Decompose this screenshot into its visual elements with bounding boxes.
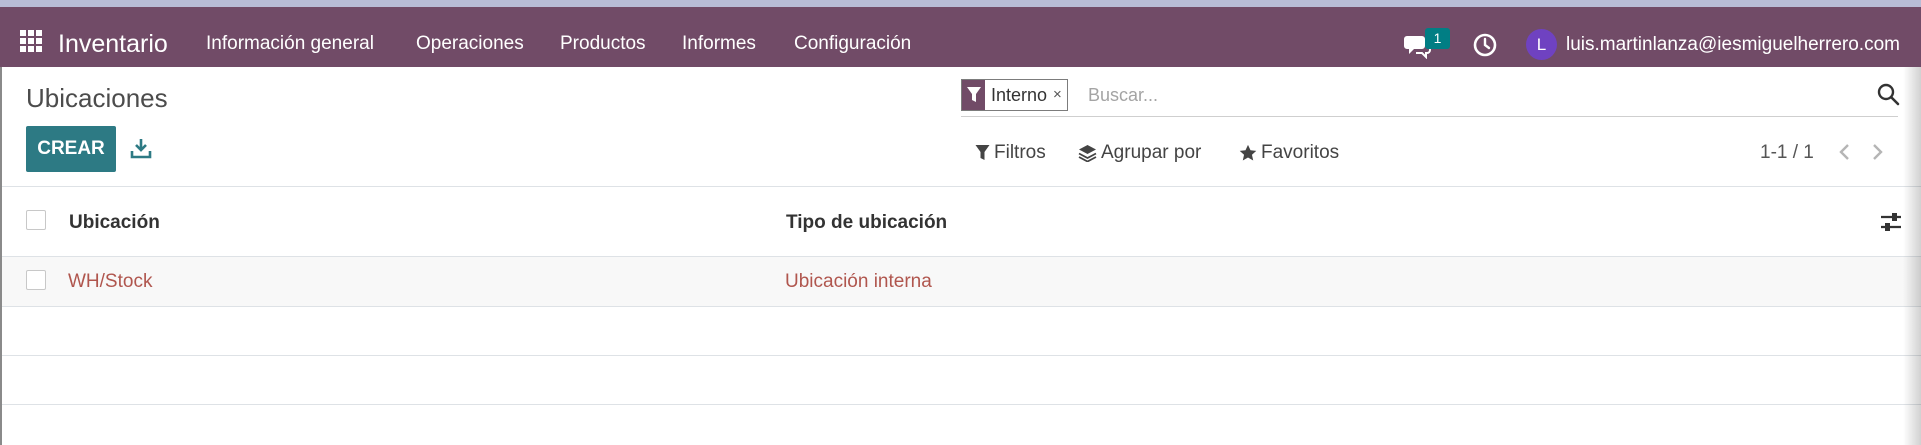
group-by-label: Agrupar por: [1101, 142, 1202, 163]
avatar[interactable]: L: [1526, 29, 1557, 60]
pager-value[interactable]: 1-1 / 1: [1760, 142, 1814, 164]
menu-item-informes[interactable]: Informes: [682, 33, 756, 55]
chat-count-badge: 1: [1425, 28, 1450, 49]
browser-top-strip: [0, 0, 1921, 7]
search-input[interactable]: [1088, 82, 1828, 108]
chevron-right-icon[interactable]: [1866, 141, 1888, 163]
row-checkbox[interactable]: [26, 270, 46, 290]
filter-icon: [975, 145, 990, 160]
window-left-edge: [0, 67, 2, 445]
column-header-ubicacion[interactable]: Ubicación: [69, 212, 160, 234]
search-bar: Interno ×: [961, 79, 1900, 117]
search-icon[interactable]: [1876, 82, 1900, 106]
main-navbar: Inventario Información general Operacion…: [0, 7, 1921, 67]
cell-tipo-ubicacion[interactable]: Ubicación interna: [785, 271, 932, 293]
facet-remove-icon[interactable]: ×: [1053, 80, 1067, 110]
download-icon[interactable]: [130, 137, 152, 159]
create-button[interactable]: CREAR: [26, 126, 116, 172]
divider: [0, 186, 1921, 187]
layers-icon: [1078, 145, 1097, 162]
cell-ubicacion[interactable]: WH/Stock: [68, 271, 152, 293]
menu-item-operaciones[interactable]: Operaciones: [416, 33, 524, 55]
menu-item-productos[interactable]: Productos: [560, 33, 646, 55]
filters-button[interactable]: Filtros: [975, 142, 1046, 164]
menu-item-informacion-general[interactable]: Información general: [206, 33, 374, 55]
favorites-button[interactable]: Favoritos: [1239, 142, 1339, 164]
filters-label: Filtros: [994, 142, 1046, 163]
app-name[interactable]: Inventario: [58, 30, 168, 59]
filter-facet-icon: [962, 80, 985, 110]
select-all-checkbox[interactable]: [26, 210, 46, 230]
group-by-button[interactable]: Agrupar por: [1078, 142, 1201, 164]
clock-icon[interactable]: [1472, 32, 1498, 58]
optional-columns-icon[interactable]: [1879, 211, 1903, 233]
search-facet: Interno ×: [961, 79, 1068, 111]
apps-grid-icon[interactable]: [20, 30, 42, 52]
favorites-label: Favoritos: [1261, 142, 1340, 163]
chevron-left-icon[interactable]: [1834, 141, 1856, 163]
divider: [0, 404, 1921, 405]
window-right-shadow: [1903, 67, 1921, 445]
column-header-tipo-ubicacion[interactable]: Tipo de ubicación: [786, 212, 947, 234]
divider: [0, 306, 1921, 307]
menu-item-configuracion[interactable]: Configuración: [794, 33, 911, 55]
facet-label: Interno: [985, 80, 1054, 110]
page-title: Ubicaciones: [26, 83, 168, 113]
table-row[interactable]: [0, 257, 1921, 307]
star-icon: [1239, 144, 1257, 161]
user-email[interactable]: luis.martinlanza@iesmiguelherrero.com: [1566, 34, 1900, 56]
divider: [0, 355, 1921, 356]
